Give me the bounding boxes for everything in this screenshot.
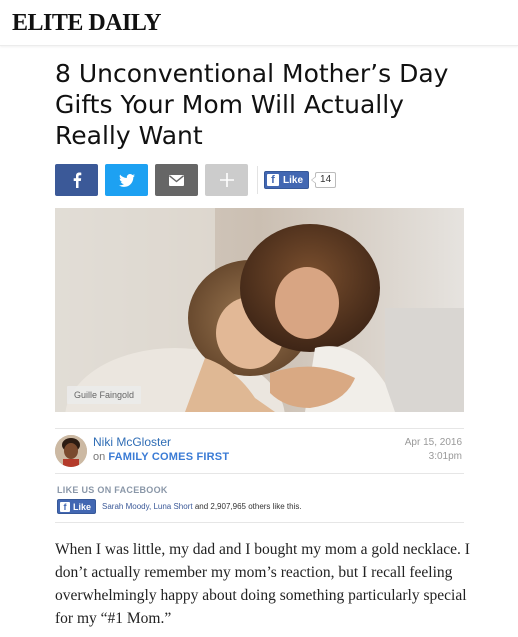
facebook-f-icon: f	[60, 501, 70, 512]
article-title: 8 Unconventional Mother’s Day Gifts Your…	[55, 59, 449, 150]
avatar[interactable]	[55, 435, 87, 467]
share-email-button[interactable]	[155, 164, 198, 196]
facebook-like-box: LIKE US ON FACEBOOK f Like Sarah Moody, …	[55, 485, 464, 523]
share-bar: f Like 14	[55, 164, 337, 196]
publish-date: Apr 15, 2016	[404, 437, 462, 448]
facebook-social-context: Sarah Moody, Luna Short and 2,907,965 ot…	[102, 502, 302, 511]
facebook-f-icon: f	[267, 174, 279, 186]
hero-photo	[55, 208, 464, 412]
like-label: Like	[73, 501, 92, 512]
facebook-like-row: f Like Sarah Moody, Luna Short and 2,907…	[57, 499, 302, 514]
author-category-line: on FAMILY COMES FIRST	[93, 451, 229, 463]
category-link[interactable]: FAMILY COMES FIRST	[108, 451, 229, 463]
facebook-like-button[interactable]: f Like	[264, 171, 310, 189]
twitter-icon	[118, 173, 135, 187]
photo-credit: Guille Faingold	[67, 386, 142, 404]
like-label: Like	[283, 174, 304, 186]
share-more-button[interactable]	[205, 164, 248, 196]
publish-time: 3:01pm	[428, 451, 462, 462]
article-body-paragraph: When I was little, my dad and I bought m…	[55, 541, 470, 627]
hero-image: Guille Faingold	[55, 208, 464, 412]
like-count: 14	[310, 172, 337, 188]
share-twitter-button[interactable]	[105, 164, 148, 196]
facebook-icon	[73, 172, 81, 188]
plus-icon	[219, 173, 234, 187]
author-avatar-image	[55, 435, 87, 467]
author-name[interactable]: Niki McGloster	[93, 435, 171, 449]
facebook-page-like-button[interactable]: f Like	[57, 499, 97, 514]
friend-names[interactable]: Sarah Moody, Luna Short	[102, 502, 193, 511]
email-icon	[169, 174, 184, 186]
site-logo[interactable]: ELITE DAILY	[12, 10, 162, 37]
author-byline: Niki McGloster on FAMILY COMES FIRST Apr…	[55, 428, 464, 474]
author-on-text: on	[93, 451, 106, 463]
others-like-text: and 2,907,965 others like this.	[192, 502, 302, 511]
facebook-box-heading: LIKE US ON FACEBOOK	[57, 485, 168, 495]
share-divider	[257, 166, 258, 194]
share-facebook-button[interactable]	[55, 164, 98, 196]
site-header: ELITE DAILY	[0, 0, 518, 46]
